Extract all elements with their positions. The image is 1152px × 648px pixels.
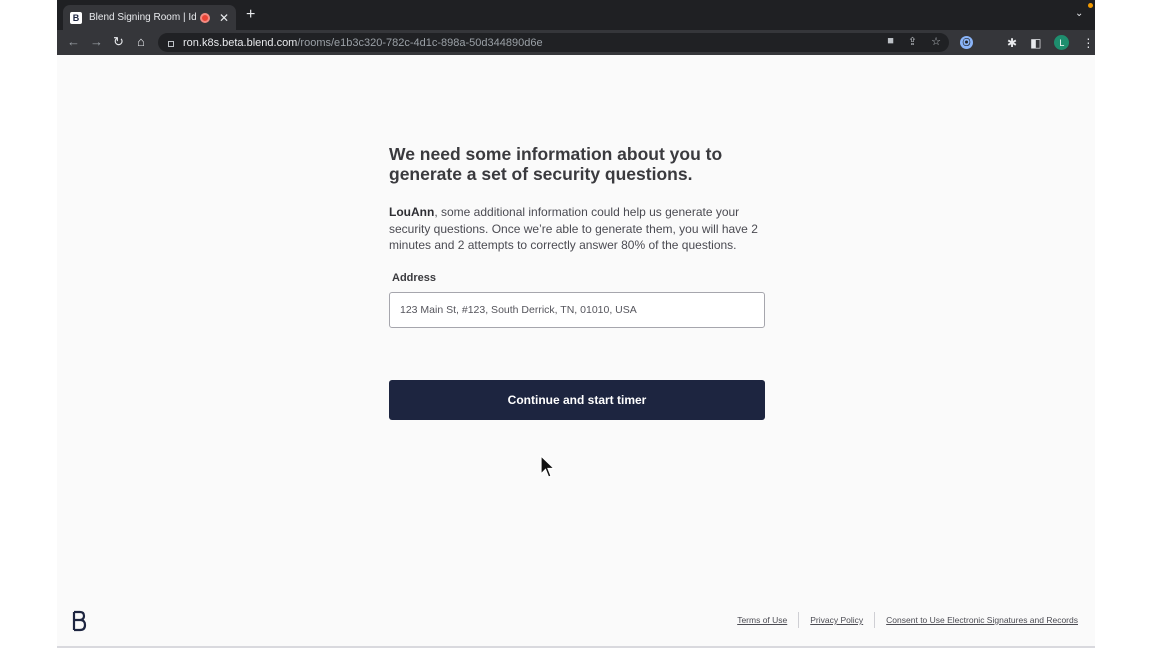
consent-link[interactable]: Consent to Use Electronic Signatures and…: [886, 615, 1078, 625]
url-path: /rooms/e1b3c320-782c-4d1c-898a-50d344890…: [297, 36, 543, 49]
terms-link[interactable]: Terms of Use: [737, 615, 787, 625]
extensions-icon[interactable]: ✱: [1007, 36, 1017, 50]
blend-logo[interactable]: [71, 610, 87, 632]
browser-window: B Blend Signing Room | Identity ✕ + ⌄ ← …: [57, 0, 1095, 648]
page-title: We need some information about you to ge…: [389, 144, 723, 184]
sidepanel-icon[interactable]: ◧: [1030, 36, 1041, 50]
update-indicator: [1088, 3, 1093, 8]
intro-body: , some additional information could help…: [389, 205, 758, 252]
identity-form: We need some information about you to ge…: [389, 144, 765, 420]
browser-toolbar: ← → ↻ ⌂ ron.k8s.beta.blend.com/rooms/e1b…: [57, 30, 1095, 55]
screen-margin-left: [0, 0, 57, 648]
lock-icon: [168, 40, 174, 47]
privacy-link[interactable]: Privacy Policy: [810, 615, 863, 625]
address-bar[interactable]: ron.k8s.beta.blend.com/rooms/e1b3c320-78…: [158, 33, 949, 52]
close-tab-icon[interactable]: ✕: [219, 11, 229, 25]
mouse-cursor: [540, 455, 556, 478]
omnibox-actions: ■ ⇪ ☆: [887, 35, 941, 48]
active-tab[interactable]: B Blend Signing Room | Identity ✕: [63, 5, 236, 30]
recording-icon: [199, 12, 210, 23]
tab-title: Blend Signing Room | Identity: [89, 12, 196, 23]
camera-icon[interactable]: ■: [887, 35, 894, 48]
screen-margin-right: [1095, 0, 1152, 648]
blend-favicon: B: [70, 11, 82, 24]
footer-divider: [874, 612, 876, 628]
user-name: LouAnn: [389, 205, 435, 219]
profile-avatar[interactable]: L: [1054, 35, 1070, 50]
extensions-area: ⦿ ✱ ◧ L ⋮: [960, 35, 1094, 50]
password-icon[interactable]: ⦿: [960, 36, 973, 49]
forward-icon[interactable]: →: [90, 34, 103, 50]
star-icon[interactable]: ☆: [931, 35, 941, 48]
share-icon[interactable]: ⇪: [908, 35, 917, 48]
tab-search-icon[interactable]: ⌄: [1075, 8, 1083, 19]
menu-icon[interactable]: ⋮: [1082, 36, 1094, 50]
footer-links: Terms of Use Privacy Policy Consent to U…: [737, 612, 1078, 628]
address-input[interactable]: [389, 291, 765, 328]
continue-button[interactable]: Continue and start timer: [389, 380, 765, 420]
back-icon[interactable]: ←: [67, 34, 80, 50]
tab-strip: B Blend Signing Room | Identity ✕ + ⌄: [57, 0, 1095, 30]
new-tab-button[interactable]: +: [246, 6, 255, 24]
address-label: Address: [392, 271, 437, 284]
reload-icon[interactable]: ↻: [113, 34, 124, 50]
home-icon[interactable]: ⌂: [137, 34, 145, 50]
url-host: ron.k8s.beta.blend.com: [183, 36, 298, 49]
footer-divider: [798, 612, 800, 628]
intro-text: LouAnn, some additional information coul…: [389, 204, 765, 254]
